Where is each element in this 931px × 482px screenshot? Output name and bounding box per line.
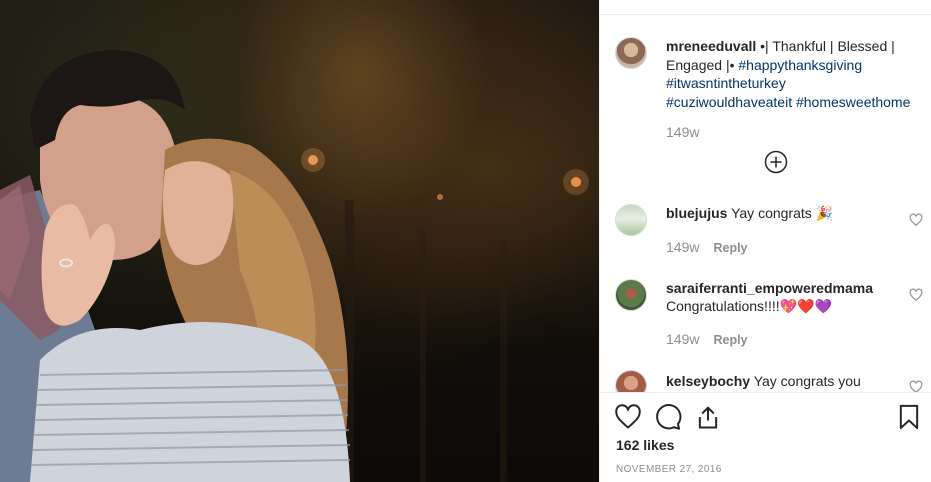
hashtag-link[interactable]: #cuziwouldhaveateit [666,94,792,110]
comment-username[interactable]: saraiferranti_empoweredmama [666,280,873,296]
hashtag-link[interactable]: #happythanksgiving [738,57,862,73]
comment-text: Yay congrats you [753,373,861,389]
comment-item: kelseybochy Yay congrats you [666,372,916,390]
caption-timestamp[interactable]: 149w [666,124,699,140]
post-photo[interactable] [0,0,599,482]
couple-kissing-photo [0,50,589,482]
heart-icon[interactable] [614,403,642,431]
post-date[interactable]: NOVEMBER 27, 2016 [616,464,722,475]
small-heart-icon[interactable] [909,380,923,392]
comment-item: bluejujus Yay congrats 🎉 [666,204,916,222]
commenter-avatar[interactable] [615,279,647,311]
share-icon[interactable] [694,403,722,431]
plus-circle-icon[interactable] [764,150,788,174]
likes-count[interactable]: 162 likes [616,437,674,453]
comment-item: saraiferranti_empoweredmama Congratulati… [666,279,916,315]
comment-text: Yay congrats 🎉 [731,205,834,221]
comment-meta: 149w Reply [666,331,748,347]
actions-divider [600,392,931,393]
comment-meta: 149w Reply [666,239,748,255]
comment-timestamp[interactable]: 149w [666,331,699,347]
small-heart-icon[interactable] [909,288,923,302]
post-side-panel: mreneeduvall •| Thankful | Blessed | Eng… [599,0,931,482]
reply-button[interactable]: Reply [713,241,747,255]
small-heart-icon[interactable] [909,213,923,227]
comment-icon[interactable] [654,403,682,431]
commenter-avatar[interactable] [615,204,647,236]
post-caption: mreneeduvall •| Thankful | Blessed | Eng… [666,37,928,111]
comment-text: Congratulations!!!!💖❤️💜 [666,298,832,314]
hashtag-link[interactable]: #homesweethome [796,94,910,110]
comments-scroll-area[interactable]: mreneeduvall •| Thankful | Blessed | Eng… [600,0,931,392]
author-username[interactable]: mreneeduvall [666,38,756,54]
reply-button[interactable]: Reply [713,333,747,347]
commenter-avatar[interactable] [615,370,647,392]
comment-username[interactable]: kelseybochy [666,373,750,389]
comment-timestamp[interactable]: 149w [666,239,699,255]
author-avatar[interactable] [615,37,647,69]
hashtag-link[interactable]: #itwasntintheturkey [666,75,786,91]
comment-username[interactable]: bluejujus [666,205,727,221]
instagram-post: mreneeduvall •| Thankful | Blessed | Eng… [0,0,931,482]
bookmark-icon[interactable] [895,403,923,431]
